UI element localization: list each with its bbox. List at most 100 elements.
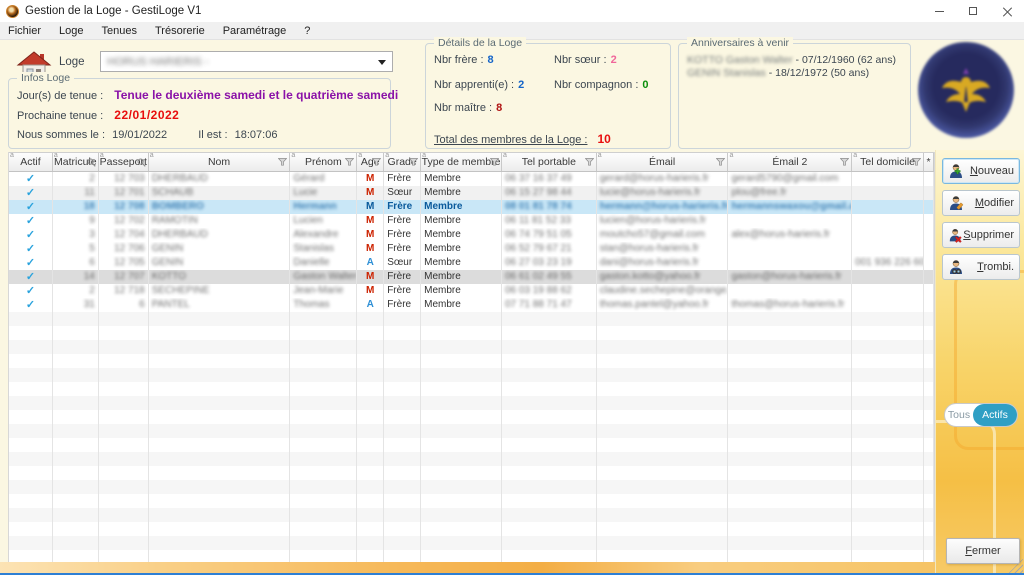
column-header-email[interactable]: a Émail <box>597 153 729 171</box>
column-header-grade[interactable]: a Grade <box>384 153 422 171</box>
cell-grade: Frère <box>384 200 422 214</box>
fermer-button[interactable]: Fermer <box>946 538 1020 564</box>
cell-grade: Sœur <box>384 186 422 200</box>
cell-prenom: Alexandre <box>290 228 358 242</box>
table-row[interactable]: ✓ 18 12 708 BOMBERO Hermann M Frère Membre 08 01… <box>9 200 934 214</box>
cell-matricule: 2 <box>53 172 99 186</box>
table-row[interactable]: ✓ 6 12 705 GENIN Danielle A Sœur Membre 06 27 03… <box>9 256 934 270</box>
table-row[interactable]: ✓ 14 12 707 KOTTO Gaston Walter M Frère Membre 0… <box>9 270 934 284</box>
cell-actif[interactable]: ✓ <box>9 256 53 270</box>
filter-icon[interactable] <box>489 158 499 166</box>
cell-actif[interactable]: ✓ <box>9 186 53 200</box>
cell-actif[interactable]: ✓ <box>9 284 53 298</box>
table-row[interactable]: ✓ 5 12 706 GENIN Stanislas M Frère Membre 06 52 … <box>9 242 934 256</box>
column-header-nom[interactable]: a Nom <box>149 153 291 171</box>
column-header-email2[interactable]: a Émail 2 <box>728 153 853 171</box>
search-icon[interactable] <box>137 158 146 167</box>
anniversaires-groupbox: Anniversaires à venir KOTTO Gaston Walte… <box>678 37 911 149</box>
infos-loge-groupbox: Infos Loge Jour(s) de tenue : Tenue le d… <box>8 72 398 149</box>
column-header-star[interactable]: * <box>924 153 934 171</box>
table-row[interactable]: ✓ 2 12 718 SECHEPINE Jean-Marie M Frère Membre 0… <box>9 284 934 298</box>
table-row[interactable]: ✓ 31 6 PANTEL Thomas A Frère Membre 07 71 88 71 … <box>9 298 934 312</box>
cell-type: Membre <box>421 200 502 214</box>
main-content: Loge HORUS HARIERIS - Infos Loge Jour(s)… <box>0 37 1024 575</box>
filter-icon[interactable] <box>840 158 850 166</box>
filter-icon[interactable] <box>409 158 419 166</box>
cell-tel: 08 01 81 78 74 <box>502 200 597 214</box>
table-row[interactable]: ✓ 3 12 704 DHERBAUD Alexandre M Frère Membre 06 … <box>9 228 934 242</box>
cell-prenom: Lucie <box>290 186 358 200</box>
cell-email: claudine.sechepine@orange.fr <box>597 284 729 298</box>
checkmark-icon: ✓ <box>25 173 36 185</box>
cell-nom: PANTEL <box>149 298 291 312</box>
heure-label: Il est : <box>198 129 228 141</box>
menu-item-loge[interactable]: Loge <box>50 24 92 38</box>
column-header-type[interactable]: a Type de membre <box>421 153 502 171</box>
modifier-button[interactable]: Modifier <box>942 190 1020 216</box>
menu-item-parametrage[interactable]: Paramétrage <box>214 24 296 38</box>
cell-age: M <box>357 172 385 186</box>
cell-teldom <box>852 172 924 186</box>
maximize-button[interactable] <box>956 0 990 22</box>
column-header-prenom[interactable]: a Prénom <box>290 153 358 171</box>
cell-nom: GENIN <box>149 256 291 270</box>
search-icon[interactable] <box>87 158 96 167</box>
cell-star <box>924 172 934 186</box>
column-header-tel[interactable]: a Tel portable <box>502 153 597 171</box>
filter-icon[interactable] <box>345 158 355 166</box>
cell-type: Membre <box>421 228 502 242</box>
column-header-teldom[interactable]: a Tel domicile <box>852 153 925 171</box>
cell-email: hermann@horus-harieris.fr <box>597 200 729 214</box>
table-row[interactable]: ✓ 2 12 703 DHERBAUD Gérard M Frère Membre 06 37 … <box>9 172 934 186</box>
loge-combobox[interactable]: HORUS HARIERIS - <box>100 51 393 72</box>
column-header-matricule[interactable]: a Matricule <box>53 153 99 171</box>
trombi-button[interactable]: Trombi. <box>942 254 1020 280</box>
menu-item-tenues[interactable]: Tenues <box>93 24 146 38</box>
filter-tous-option[interactable]: Tous <box>945 404 973 426</box>
jour-tenue-label: Jour(s) de tenue : <box>17 90 104 102</box>
app-window: Gestion de la Loge - GestiLoge V1 Fichie… <box>0 0 1024 575</box>
close-button[interactable] <box>990 0 1024 22</box>
filter-actifs-option[interactable]: Actifs <box>973 404 1017 426</box>
eagle-emblem-icon <box>942 68 990 112</box>
menu-item-tresorerie[interactable]: Trésorerie <box>146 24 214 38</box>
filter-icon[interactable] <box>584 158 594 166</box>
filter-icon[interactable] <box>912 158 922 166</box>
cell-age: M <box>357 214 385 228</box>
filter-icon[interactable] <box>278 158 288 166</box>
window-title: Gestion de la Loge - GestiLoge V1 <box>25 5 202 17</box>
cell-actif[interactable]: ✓ <box>9 228 53 242</box>
menu-item-fichier[interactable]: Fichier <box>0 24 50 38</box>
filter-icon[interactable] <box>372 158 382 166</box>
cell-star <box>924 256 934 270</box>
column-header-passeport[interactable]: a Passeport <box>99 153 149 171</box>
cell-actif[interactable]: ✓ <box>9 298 53 312</box>
cell-matricule: 9 <box>53 214 99 228</box>
cell-actif[interactable]: ✓ <box>9 270 53 284</box>
nouveau-button[interactable]: Nouveau <box>942 158 1020 184</box>
menu-item-help[interactable]: ? <box>295 24 319 38</box>
cell-actif[interactable]: ✓ <box>9 242 53 256</box>
cell-actif[interactable]: ✓ <box>9 214 53 228</box>
table-row[interactable]: ✓ 11 12 701 SCHAUB Lucie M Sœur Membre 06 15 27 … <box>9 186 934 200</box>
cell-grade: Frère <box>384 298 422 312</box>
cell-actif[interactable]: ✓ <box>9 200 53 214</box>
supprimer-button[interactable]: Supprimer <box>942 222 1020 248</box>
cell-matricule: 14 <box>53 270 99 284</box>
empty-table-row <box>9 466 934 480</box>
cell-grade: Frère <box>384 284 422 298</box>
cell-actif[interactable]: ✓ <box>9 172 53 186</box>
cell-prenom: Gérard <box>290 172 358 186</box>
filter-icon[interactable] <box>716 158 726 166</box>
cell-teldom <box>852 284 924 298</box>
prochaine-tenue-value: 22/01/2022 <box>114 108 180 122</box>
table-row[interactable]: ✓ 9 12 702 RAMOTIN Lucien M Frère Membre 06 11 8… <box>9 214 934 228</box>
cell-teldom <box>852 186 924 200</box>
cell-type: Membre <box>421 186 502 200</box>
minimize-button[interactable] <box>922 0 956 22</box>
column-header-age[interactable]: a Age <box>357 153 385 171</box>
column-header-actif[interactable]: a Actif <box>9 153 53 171</box>
cell-grade: Frère <box>384 228 422 242</box>
cell-tel: 06 11 81 52 33 <box>502 214 597 228</box>
cell-passeport: 12 706 <box>99 242 149 256</box>
